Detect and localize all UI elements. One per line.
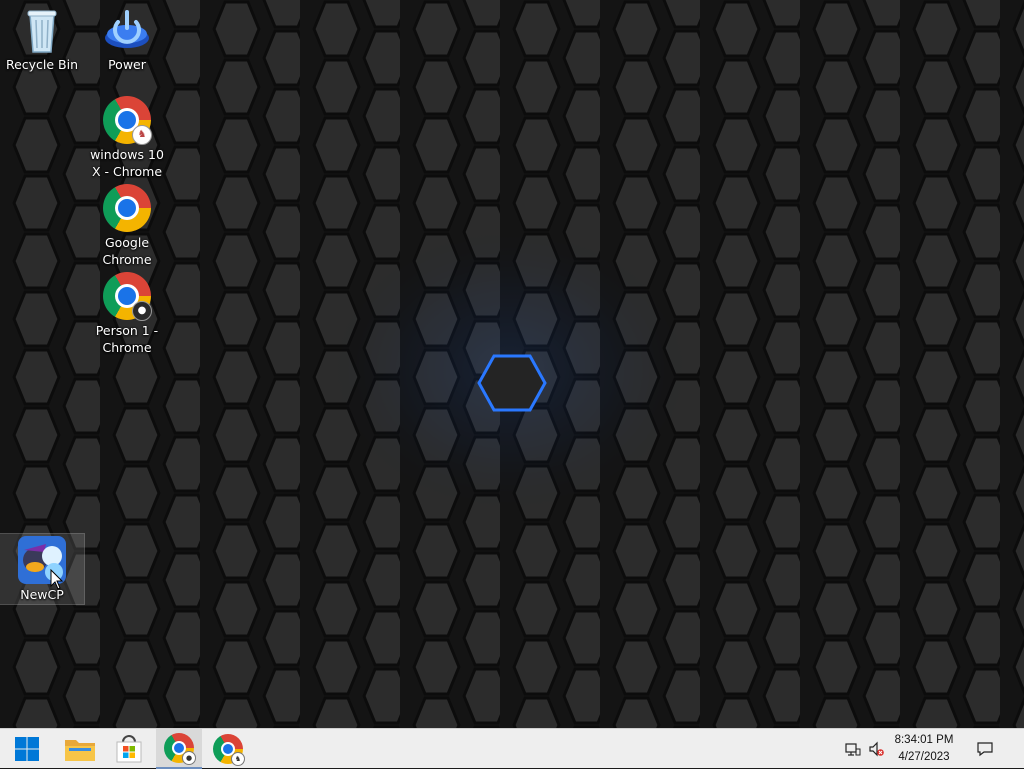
recycle-bin-icon	[16, 4, 68, 56]
volume-muted-icon[interactable]	[868, 741, 884, 757]
desktop-icon-label: Google Chrome	[102, 235, 152, 267]
desktop[interactable]: Recycle Bin Power ♞ windows 10 X - Chrom…	[0, 0, 1024, 728]
mouse-cursor-icon	[50, 569, 64, 590]
chrome-icon	[101, 182, 153, 234]
chrome-icon: ♞	[101, 94, 153, 146]
chrome-icon: ●	[164, 733, 196, 765]
desktop-icon-power[interactable]: Power	[85, 4, 169, 73]
taskbar-chrome-person-button[interactable]: ●	[156, 729, 202, 769]
person-badge-icon: ●	[132, 301, 152, 321]
chrome-icon: ●	[101, 270, 153, 322]
microsoft-store-button[interactable]	[106, 729, 152, 769]
desktop-icon-chrome-person1[interactable]: ● Person 1 - Chrome	[85, 270, 169, 356]
person-badge-icon: ●	[182, 751, 196, 765]
desktop-icon-google-chrome[interactable]: Google Chrome	[85, 182, 169, 268]
desktop-icon-label: windows 10 X - Chrome	[90, 147, 164, 179]
action-center-icon[interactable]	[977, 741, 993, 757]
profile-badge-icon: ♞	[231, 752, 245, 766]
taskbar-chrome-win10x-button[interactable]: ♞	[205, 729, 251, 769]
chrome-icon: ♞	[213, 734, 245, 766]
taskbar: ● ♞ 8:34:01 PM 4/27/2023	[0, 728, 1024, 769]
power-icon	[101, 4, 153, 56]
desktop-icon-label: Person 1 - Chrome	[95, 323, 159, 355]
taskbar-clock[interactable]: 8:34:01 PM 4/27/2023	[884, 732, 964, 766]
profile-badge-icon: ♞	[132, 125, 152, 145]
desktop-icon-label: NewCP	[20, 587, 64, 602]
desktop-icon-recycle-bin[interactable]: Recycle Bin	[0, 4, 84, 73]
clock-date: 4/27/2023	[898, 751, 950, 763]
desktop-icon-newcp[interactable]: NewCP	[0, 533, 85, 605]
file-explorer-button[interactable]	[57, 729, 103, 769]
desktop-icon-label: Power	[108, 57, 146, 72]
network-icon[interactable]	[845, 741, 861, 757]
folder-icon	[65, 740, 95, 761]
windows-logo-icon	[15, 737, 39, 761]
start-button[interactable]	[4, 729, 50, 769]
clock-time: 8:34:01 PM	[894, 734, 954, 746]
desktop-icon-label: Recycle Bin	[5, 57, 79, 72]
store-bag-icon	[116, 735, 142, 763]
desktop-icon-chrome-win10x[interactable]: ♞ windows 10 X - Chrome	[85, 94, 169, 180]
